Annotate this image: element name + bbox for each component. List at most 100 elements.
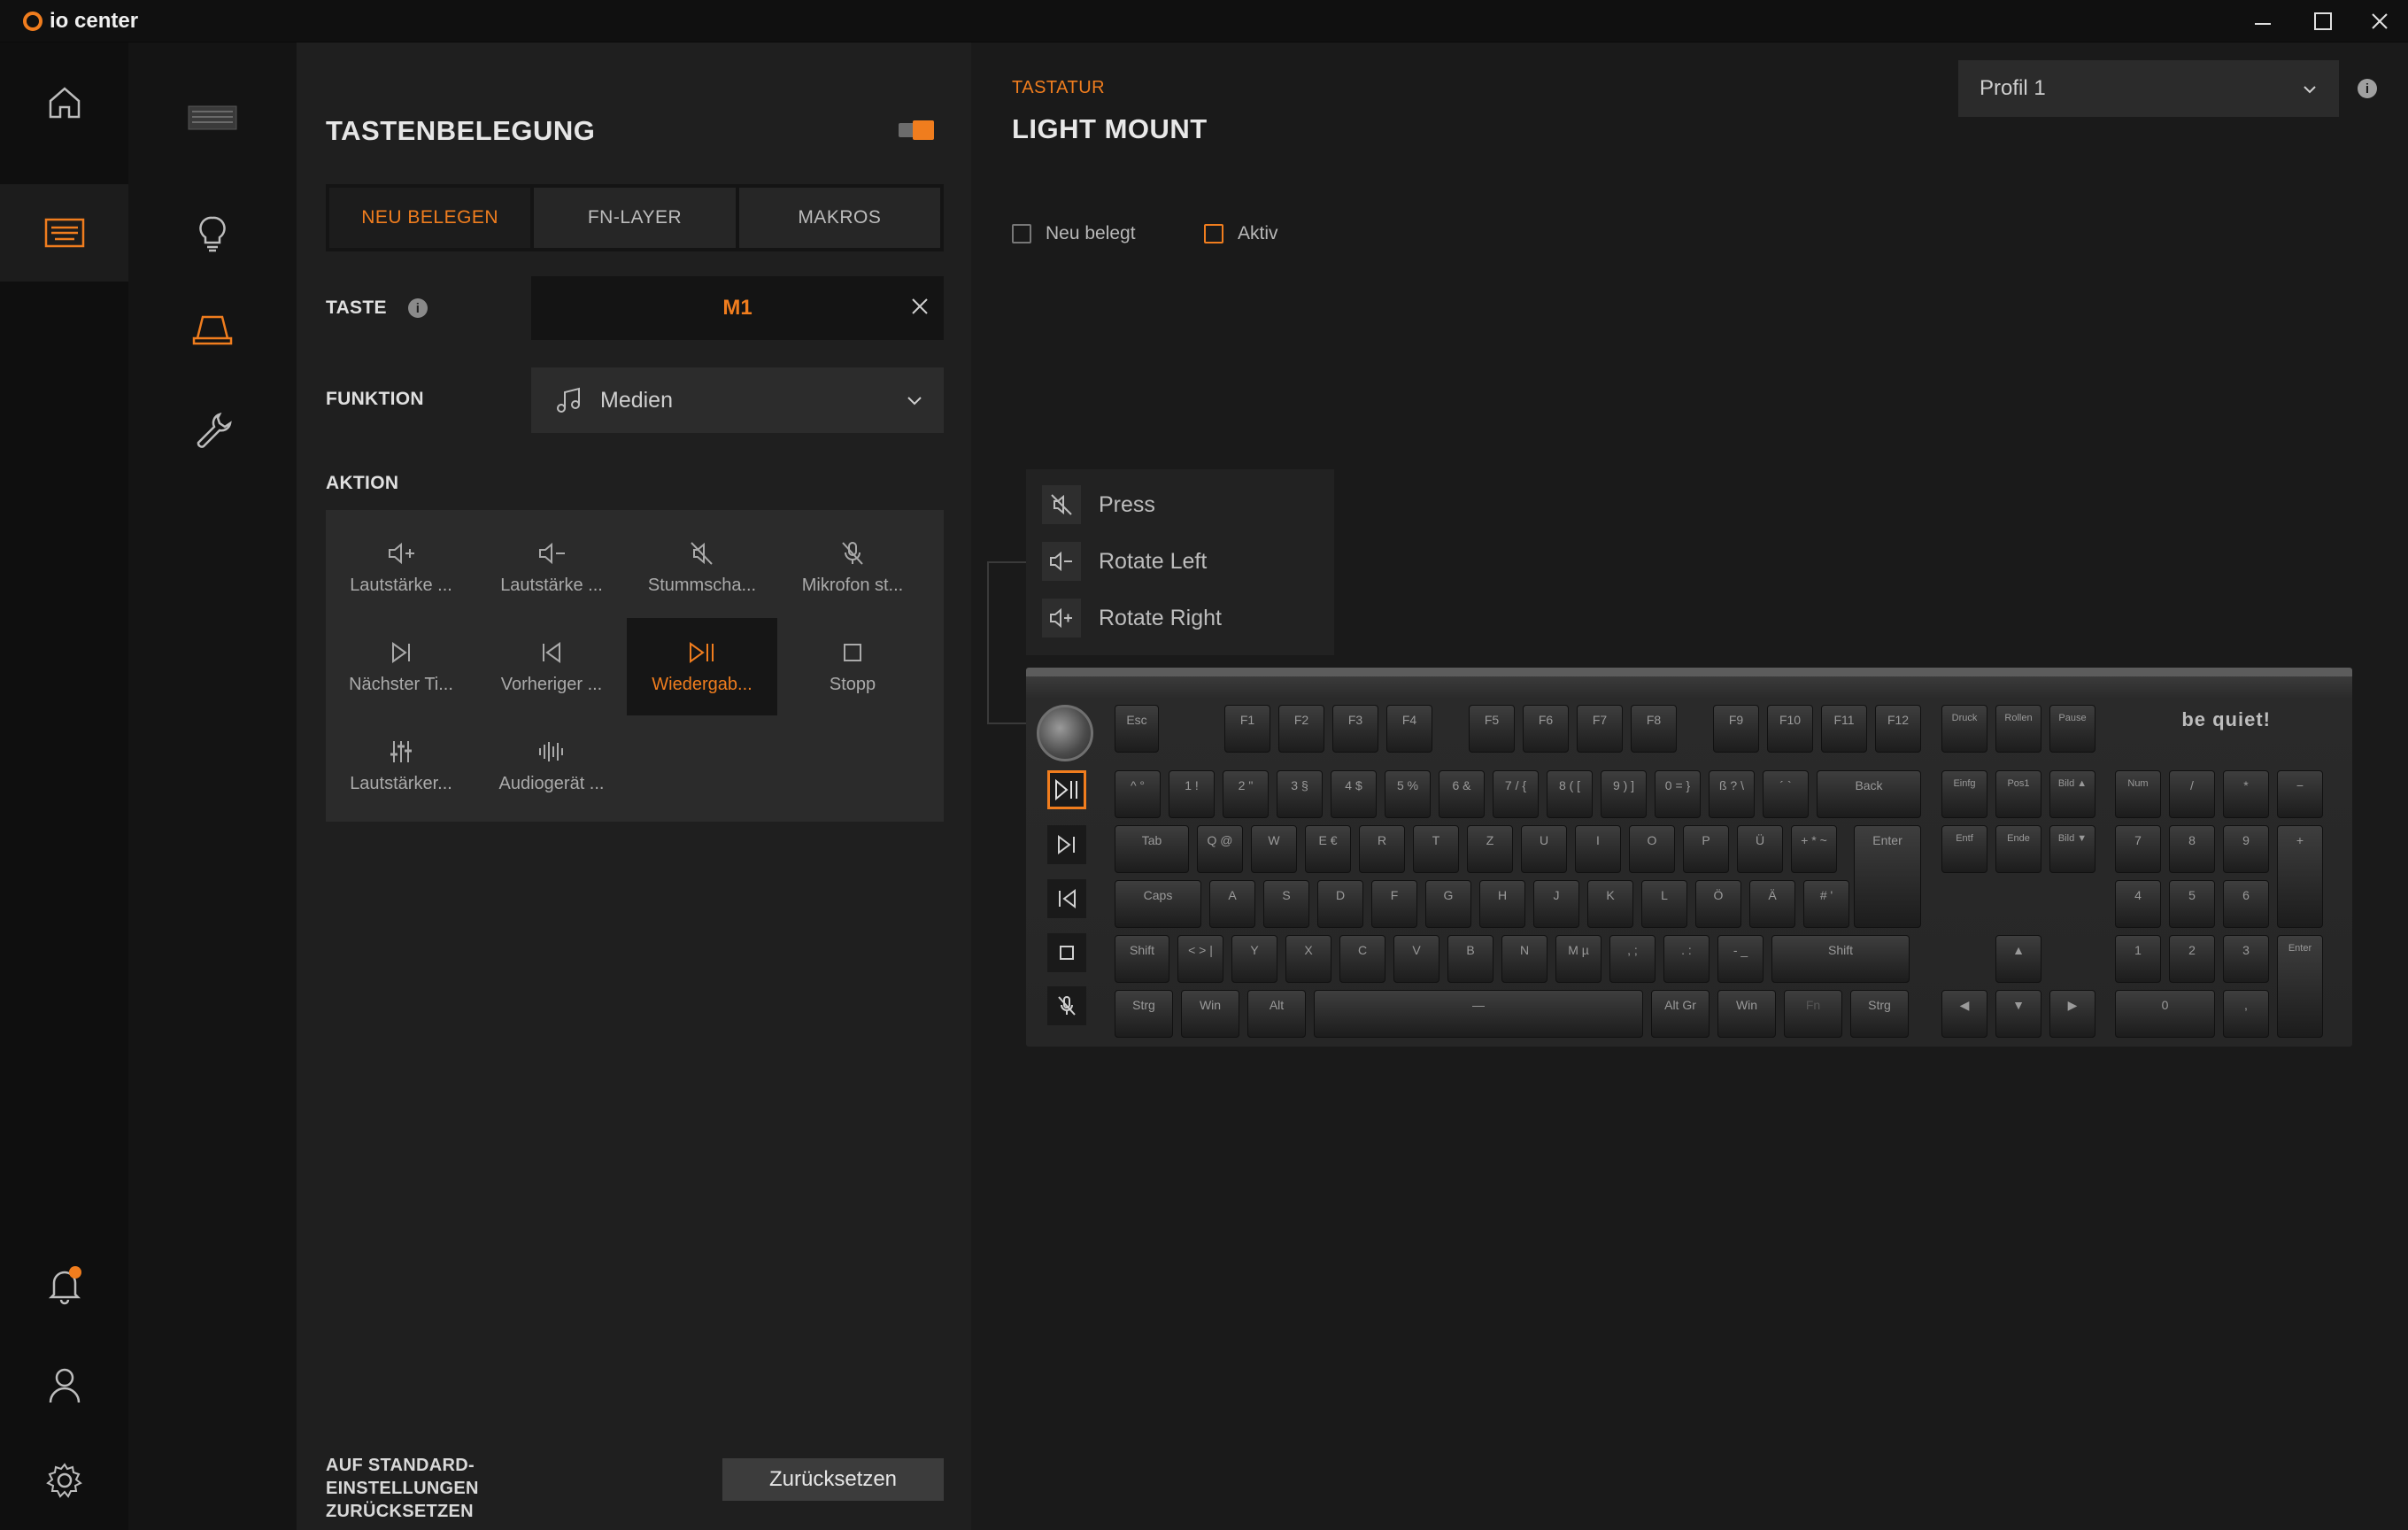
key-z[interactable]: Z xyxy=(1467,825,1513,873)
key-angle[interactable]: < > | xyxy=(1177,935,1223,983)
key-o[interactable]: O xyxy=(1629,825,1675,873)
nav-keymapping[interactable] xyxy=(128,296,297,367)
knob-rotate-right[interactable]: Rotate Right xyxy=(1026,590,1334,646)
knob-press[interactable]: Press xyxy=(1026,476,1334,533)
key-numlock[interactable]: Num xyxy=(2115,770,2161,818)
key-num-enter[interactable]: Enter xyxy=(2277,935,2323,1038)
key-w[interactable]: W xyxy=(1251,825,1297,873)
key-9[interactable]: 9 ) ] xyxy=(1601,770,1647,818)
key-1[interactable]: 1 ! xyxy=(1169,770,1215,818)
key-num-9[interactable]: 9 xyxy=(2223,825,2269,873)
info-icon[interactable]: i xyxy=(407,298,428,319)
key-num-0[interactable]: 0 xyxy=(2115,990,2215,1038)
nav-tools[interactable] xyxy=(128,395,297,466)
key-hash[interactable]: # ' xyxy=(1803,880,1849,928)
key-num-1[interactable]: 1 xyxy=(2115,935,2161,983)
key-arrow-left[interactable]: ◀ xyxy=(1941,990,1987,1038)
action-audio-device[interactable]: Audiogerät ... xyxy=(476,717,627,815)
nav-account[interactable] xyxy=(0,1349,128,1420)
key-minus[interactable]: - _ xyxy=(1717,935,1764,983)
action-play-pause[interactable]: Wiedergab... xyxy=(627,618,777,715)
key-f1[interactable]: F1 xyxy=(1224,705,1270,753)
key-esc[interactable]: Esc xyxy=(1115,705,1159,753)
key-caret[interactable]: ^ ° xyxy=(1115,770,1161,818)
action-volume-up[interactable]: Lautstärke ... xyxy=(326,519,476,616)
profile-info-icon[interactable]: i xyxy=(2358,79,2377,98)
key-bild-up[interactable]: Bild ▲ xyxy=(2049,770,2095,818)
key-period[interactable]: . : xyxy=(1663,935,1710,983)
volume-knob[interactable] xyxy=(1037,705,1093,761)
key-8[interactable]: 8 ( [ xyxy=(1547,770,1593,818)
action-previous-track[interactable]: Vorheriger ... xyxy=(476,618,627,715)
clear-key-button[interactable] xyxy=(910,294,930,322)
key-q[interactable]: Q @ xyxy=(1197,825,1243,873)
key-u[interactable]: U xyxy=(1521,825,1567,873)
key-num-2[interactable]: 2 xyxy=(2169,935,2215,983)
nav-device[interactable] xyxy=(128,81,297,152)
reset-button[interactable]: Zurücksetzen xyxy=(722,1458,944,1501)
action-stop[interactable]: Stopp xyxy=(777,618,928,715)
key-f8[interactable]: F8 xyxy=(1631,705,1677,753)
key-shift-left[interactable]: Shift xyxy=(1115,935,1169,983)
key-f2[interactable]: F2 xyxy=(1278,705,1324,753)
key-m[interactable]: M µ xyxy=(1555,935,1601,983)
key-num-7[interactable]: 7 xyxy=(2115,825,2161,873)
key-p[interactable]: P xyxy=(1683,825,1729,873)
key-f12[interactable]: F12 xyxy=(1875,705,1921,753)
maximize-button[interactable] xyxy=(2295,0,2351,42)
action-mic-mute[interactable]: Mikrofon st... xyxy=(777,519,928,616)
key-ctrl-left[interactable]: Strg xyxy=(1115,990,1173,1038)
action-volume-down[interactable]: Lautstärke ... xyxy=(476,519,627,616)
macro-key-m4[interactable] xyxy=(1047,933,1086,972)
key-num-4[interactable]: 4 xyxy=(2115,880,2161,928)
close-button[interactable] xyxy=(2351,0,2408,42)
nav-lighting[interactable] xyxy=(128,198,297,269)
key-f5[interactable]: F5 xyxy=(1469,705,1515,753)
key-num-multiply[interactable]: * xyxy=(2223,770,2269,818)
key-pause[interactable]: Pause xyxy=(2049,705,2095,753)
key-b[interactable]: B xyxy=(1447,935,1493,983)
key-win-left[interactable]: Win xyxy=(1181,990,1239,1038)
key-num-plus[interactable]: + xyxy=(2277,825,2323,928)
macro-key-m3[interactable] xyxy=(1047,879,1086,918)
key-caps[interactable]: Caps xyxy=(1115,880,1201,928)
key-ae[interactable]: Ä xyxy=(1749,880,1795,928)
key-arrow-up[interactable]: ▲ xyxy=(1995,935,2041,983)
panel-toggle[interactable] xyxy=(899,120,934,140)
key-h[interactable]: H xyxy=(1479,880,1525,928)
nav-home[interactable] xyxy=(0,67,128,138)
key-e[interactable]: E € xyxy=(1305,825,1351,873)
minimize-button[interactable] xyxy=(2234,0,2291,42)
key-entf[interactable]: Entf xyxy=(1941,825,1987,873)
nav-keyboard[interactable] xyxy=(0,184,128,282)
key-ctrl-right[interactable]: Strg xyxy=(1850,990,1909,1038)
function-select[interactable]: Medien xyxy=(531,367,944,433)
nav-settings[interactable] xyxy=(0,1445,128,1516)
key-sz[interactable]: ß ? \ xyxy=(1709,770,1755,818)
key-2[interactable]: 2 " xyxy=(1223,770,1269,818)
key-a[interactable]: A xyxy=(1209,880,1255,928)
key-tab[interactable]: Tab xyxy=(1115,825,1189,873)
key-g[interactable]: G xyxy=(1425,880,1471,928)
key-ende[interactable]: Ende xyxy=(1995,825,2041,873)
key-pos1[interactable]: Pos1 xyxy=(1995,770,2041,818)
key-f10[interactable]: F10 xyxy=(1767,705,1813,753)
key-t[interactable]: T xyxy=(1413,825,1459,873)
key-num-minus[interactable]: − xyxy=(2277,770,2323,818)
key-7[interactable]: 7 / { xyxy=(1493,770,1539,818)
macro-key-m2[interactable] xyxy=(1047,825,1086,864)
key-i[interactable]: I xyxy=(1575,825,1621,873)
tab-neu-belegen[interactable]: NEU BELEGEN xyxy=(329,188,531,248)
key-alt[interactable]: Alt xyxy=(1247,990,1306,1038)
key-3[interactable]: 3 § xyxy=(1277,770,1323,818)
key-r[interactable]: R xyxy=(1359,825,1405,873)
key-win-right[interactable]: Win xyxy=(1717,990,1776,1038)
tab-fn-layer[interactable]: FN-LAYER xyxy=(534,188,736,248)
key-v[interactable]: V xyxy=(1393,935,1439,983)
key-fn[interactable]: Fn xyxy=(1784,990,1842,1038)
key-arrow-down[interactable]: ▼ xyxy=(1995,990,2041,1038)
key-f6[interactable]: F6 xyxy=(1523,705,1569,753)
key-field[interactable]: M1 xyxy=(531,276,944,340)
macro-key-m1[interactable] xyxy=(1047,770,1086,809)
key-f11[interactable]: F11 xyxy=(1821,705,1867,753)
